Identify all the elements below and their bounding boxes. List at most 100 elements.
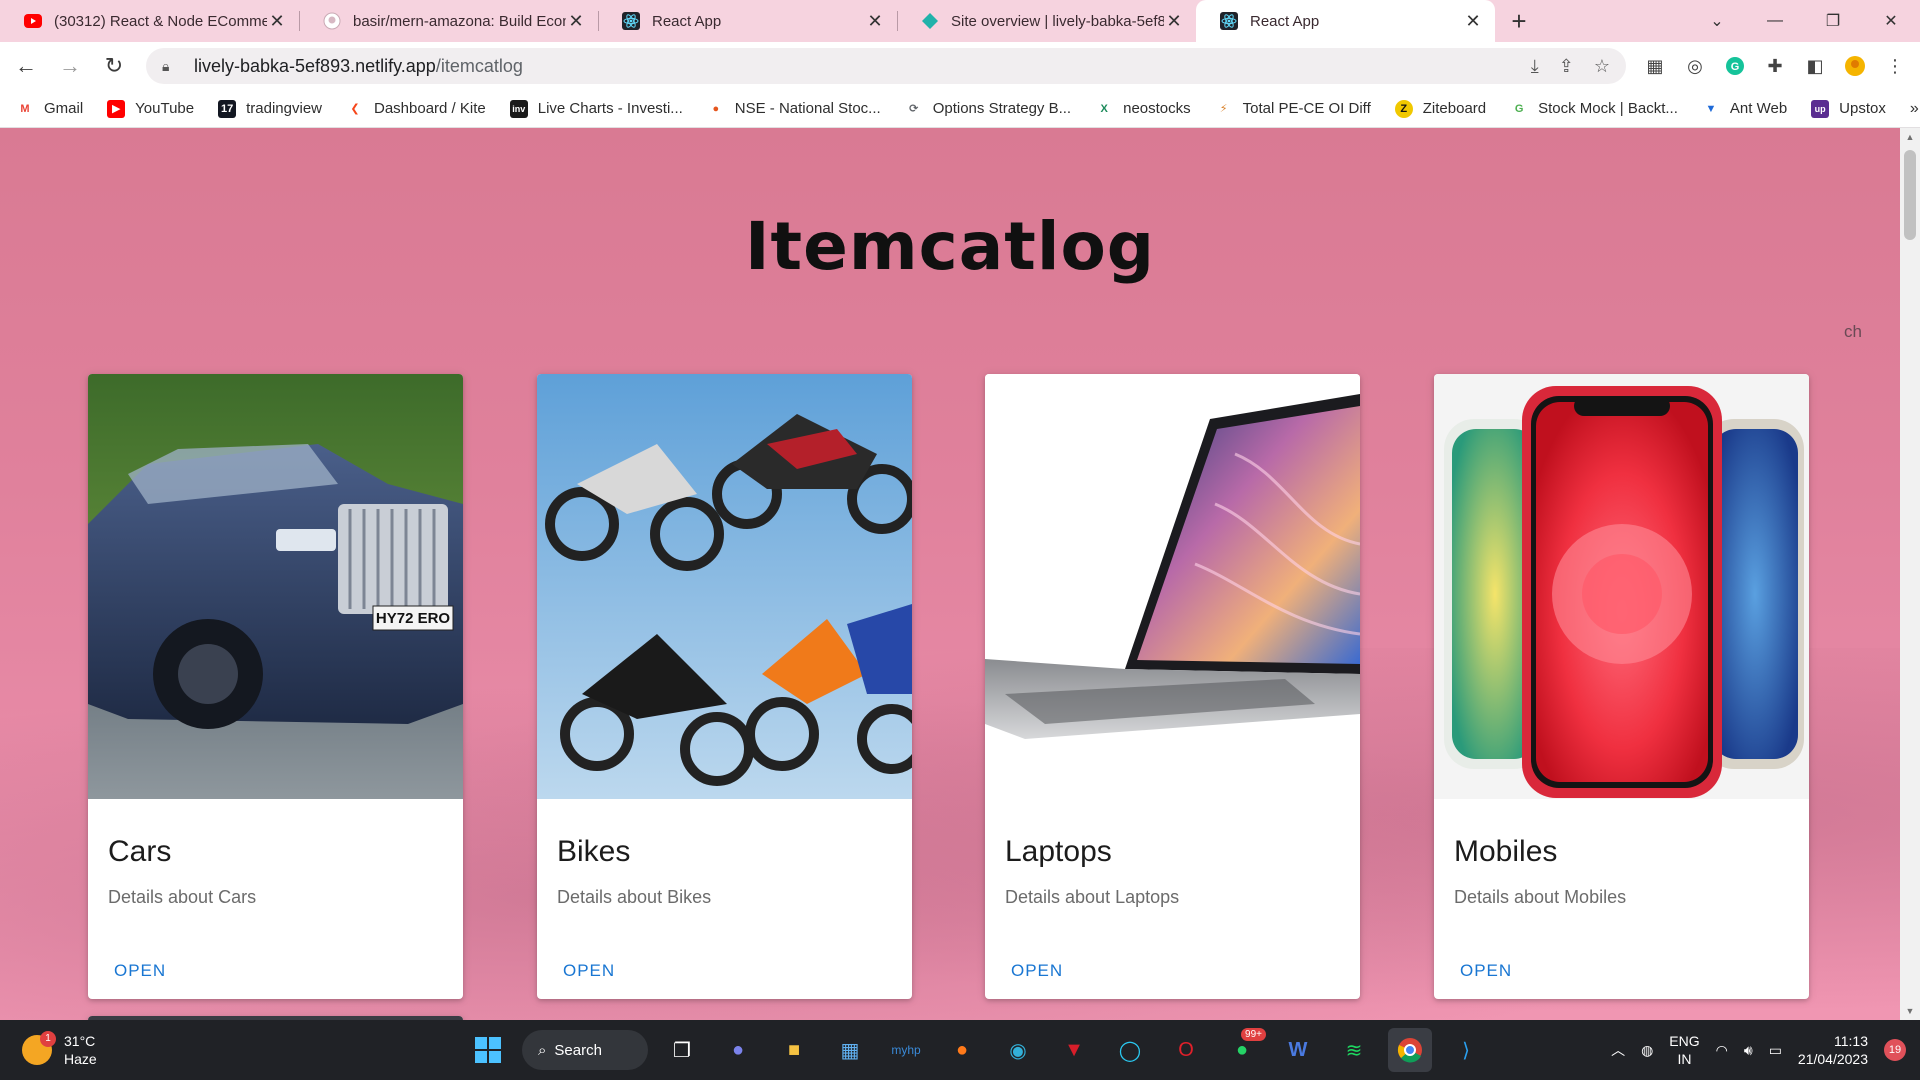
side-panel-icon[interactable]: ◧ [1804, 55, 1826, 77]
weather-condition: Haze [64, 1051, 97, 1067]
whatsapp-badge: 99+ [1241, 1028, 1266, 1041]
bookmark-options-strategy[interactable]: ⟳ Options Strategy B... [904, 99, 1071, 118]
taskbar-search[interactable]: ⌕ Search [522, 1030, 648, 1070]
task-view-icon[interactable]: ❐ [660, 1028, 704, 1072]
open-button[interactable]: OPEN [563, 961, 615, 981]
microsoft-store-icon[interactable]: ▦ [828, 1028, 872, 1072]
windows-start-icon[interactable] [466, 1028, 510, 1072]
puzzle-extensions-icon[interactable]: ✚ [1764, 55, 1786, 77]
mcafee-icon[interactable]: ▼ [1052, 1028, 1096, 1072]
laptop-image [985, 374, 1360, 799]
card-description: Details about Mobiles [1454, 887, 1627, 907]
bookmark-neostocks[interactable]: Xneostocks [1095, 99, 1191, 118]
volume-icon[interactable]: 🔊︎ [1744, 1042, 1753, 1059]
more-bookmarks-icon[interactable]: » [1910, 100, 1919, 118]
extension-icon[interactable]: ▦ [1644, 55, 1666, 77]
category-card-laptops: Laptops Details about Laptops OPEN [985, 374, 1360, 999]
menu-kebab-icon[interactable]: ⋮ [1884, 55, 1906, 77]
minimize-button[interactable]: — [1746, 12, 1804, 30]
tab-search-icon[interactable]: ⌄ [1688, 11, 1746, 31]
back-button[interactable]: ← [8, 48, 44, 84]
open-button[interactable]: OPEN [114, 961, 166, 981]
edge-icon[interactable]: ◉ [996, 1028, 1040, 1072]
browser-tab-1[interactable]: (30312) React & Node ECommerce ✕ [0, 0, 299, 42]
browser-tab-4[interactable]: Site overview | lively-babka-5ef89 ✕ [897, 0, 1196, 42]
card-title: Bikes [557, 835, 631, 868]
page-viewport: Itemcatlog ch HY72 ERO Cars Details abou… [0, 128, 1900, 1020]
bookmark-ziteboard[interactable]: Z Ziteboard [1394, 99, 1486, 118]
clock[interactable]: 11:13 21/04/2023 [1798, 1032, 1868, 1068]
category-card-cars: HY72 ERO Cars Details about Cars OPEN [88, 374, 463, 999]
reload-button[interactable]: ↻ [96, 48, 132, 84]
card-title: Cars [108, 835, 172, 868]
new-tab-button[interactable]: + [1495, 0, 1543, 42]
bookmark-upstox[interactable]: up Upstox [1811, 99, 1886, 118]
open-button[interactable]: OPEN [1460, 961, 1512, 981]
scroll-down-arrow-icon[interactable]: ▼ [1900, 1006, 1920, 1016]
network-alert-icon[interactable]: ◍ [1641, 1042, 1653, 1059]
browser-tab-3[interactable]: React App ✕ [598, 0, 897, 42]
wifi-icon[interactable]: ◠ [1716, 1042, 1728, 1059]
lock-icon[interactable]: 🔒︎ [162, 58, 178, 75]
car-image: HY72 ERO [88, 374, 463, 799]
webex-icon[interactable]: W [1276, 1028, 1320, 1072]
battery-icon[interactable]: ▭ [1769, 1042, 1782, 1059]
bookmark-ant-web[interactable]: ▼ Ant Web [1701, 99, 1787, 118]
scroll-up-arrow-icon[interactable]: ▲ [1900, 132, 1920, 142]
vscode-icon[interactable]: ⟩ [1444, 1028, 1488, 1072]
teams-chat-icon[interactable]: ● [716, 1028, 760, 1072]
share-icon[interactable]: ⇪ [1559, 56, 1574, 77]
runner-icon: ⚡ [1214, 99, 1233, 118]
install-app-icon[interactable]: ⤓ [1531, 56, 1539, 77]
myhp-icon[interactable]: myhp [884, 1028, 928, 1072]
language-indicator[interactable]: ENG IN [1669, 1032, 1699, 1068]
tradingview-icon: 17 [218, 99, 237, 118]
bookmark-kite[interactable]: ❮ Dashboard / Kite [346, 99, 486, 118]
close-icon[interactable]: ✕ [865, 11, 885, 32]
browser-tab-2[interactable]: basir/mern-amazona: Build Ecom ✕ [299, 0, 598, 42]
address-bar[interactable]: 🔒︎ lively-babka-5ef893.netlify.app/itemc… [146, 48, 1626, 84]
upstox-icon: up [1811, 99, 1830, 118]
bookmark-tradingview[interactable]: 17 tradingview [218, 99, 322, 118]
bookmark-stock-mock[interactable]: G Stock Mock | Backt... [1510, 99, 1678, 118]
scroll-thumb[interactable] [1904, 150, 1916, 240]
close-icon[interactable]: ✕ [1463, 11, 1483, 32]
restore-button[interactable]: ❐ [1804, 11, 1862, 31]
extension-icon[interactable]: ◎ [1684, 55, 1706, 77]
page-scrollbar[interactable]: ▲ ▼ [1900, 128, 1920, 1020]
ant-web-icon: ▼ [1701, 99, 1720, 118]
bookmark-investing[interactable]: inv Live Charts - Investi... [509, 99, 683, 118]
window-controls: ⌄ — ❐ ✕ [1688, 0, 1920, 42]
bookmark-gmail[interactable]: M Gmail [16, 99, 83, 118]
bookmark-star-icon[interactable]: ☆ [1594, 56, 1610, 77]
opera-icon[interactable]: O [1164, 1028, 1208, 1072]
card-description: Details about Cars [108, 887, 257, 907]
open-button[interactable]: OPEN [1011, 961, 1063, 981]
bookmark-nse[interactable]: ● NSE - National Stoc... [706, 99, 881, 118]
chrome-icon[interactable] [1388, 1028, 1432, 1072]
card-title: Laptops [1005, 835, 1112, 868]
bookmark-pe-ce[interactable]: ⚡ Total PE-CE OI Diff [1214, 99, 1371, 118]
spotify-icon[interactable]: ≋ [1332, 1028, 1376, 1072]
browser-tab-5-active[interactable]: React App ✕ [1196, 0, 1495, 42]
alexa-icon[interactable]: ◯ [1108, 1028, 1152, 1072]
weather-widget[interactable]: 1 31°C Haze [22, 1031, 202, 1068]
close-icon[interactable]: ✕ [1164, 11, 1184, 32]
forward-button[interactable]: → [52, 48, 88, 84]
tab-title: React App [1250, 12, 1320, 30]
file-explorer-icon[interactable]: ■ [772, 1028, 816, 1072]
grammarly-icon[interactable]: G [1724, 55, 1746, 77]
whatsapp-icon[interactable]: ● 99+ [1220, 1028, 1266, 1072]
profile-avatar[interactable] [1844, 55, 1866, 77]
tab-title: Site overview | lively-babka-5ef89 [951, 12, 1164, 30]
notification-count[interactable]: 19 [1884, 1039, 1906, 1061]
close-window-button[interactable]: ✕ [1862, 11, 1920, 31]
close-icon[interactable]: ✕ [566, 11, 586, 32]
bookmarks-bar: M Gmail ▶ YouTube 17 tradingview ❮ Dashboard… [0, 90, 1920, 128]
card-description: Details about Bikes [557, 887, 712, 907]
show-hidden-icons[interactable]: ︿ [1611, 1040, 1625, 1060]
firefox-icon[interactable]: ● [940, 1028, 984, 1072]
url-path: /itemcatlog [435, 55, 523, 76]
bookmark-youtube[interactable]: ▶ YouTube [107, 99, 194, 118]
close-icon[interactable]: ✕ [267, 11, 287, 32]
